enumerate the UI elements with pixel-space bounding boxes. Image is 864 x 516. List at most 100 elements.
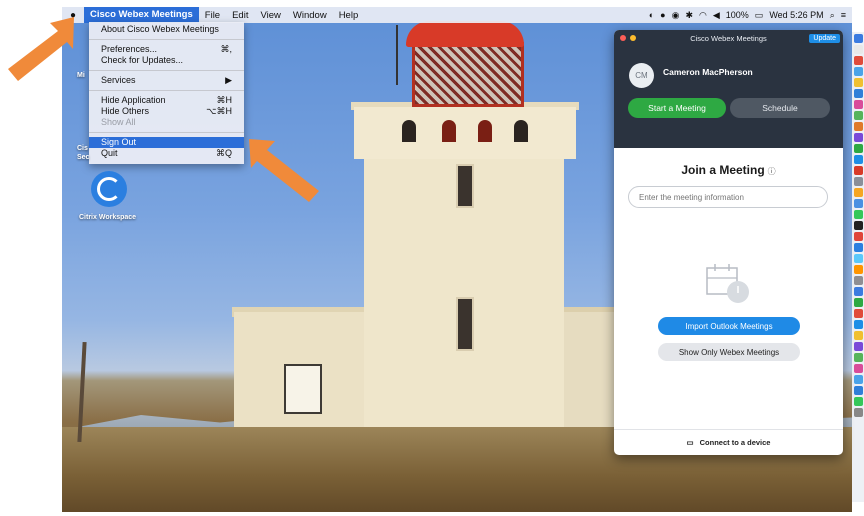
dock-app-icon[interactable] <box>853 265 863 274</box>
dock <box>852 32 864 502</box>
dock-app-icon[interactable] <box>853 188 863 197</box>
desktop-icon-label[interactable]: Cis <box>77 145 88 152</box>
lighthouse-slot <box>514 120 528 142</box>
menu-file[interactable]: File <box>199 10 226 21</box>
citrix-workspace-icon[interactable] <box>91 171 127 207</box>
dock-app-icon[interactable] <box>853 89 863 98</box>
menubar-clock[interactable]: Wed 5:26 PM <box>769 10 823 20</box>
start-meeting-button[interactable]: Start a Meeting <box>628 98 726 118</box>
menu-item-preferences[interactable]: Preferences... ⌘, <box>89 44 244 55</box>
lighthouse-balcony <box>354 107 576 159</box>
dock-app-icon[interactable] <box>853 254 863 263</box>
dock-app-icon[interactable] <box>853 67 863 76</box>
dock-app-icon[interactable] <box>853 287 863 296</box>
screen-cast-icon: ▭ <box>686 438 694 447</box>
menu-item-hide-others-shortcut: ⌥⌘H <box>206 106 232 116</box>
menu-item-check-updates[interactable]: Check for Updates... <box>89 55 244 66</box>
dock-app-icon[interactable] <box>853 320 863 329</box>
menu-item-sign-out[interactable]: Sign Out <box>89 137 244 148</box>
menu-item-about-label: About Cisco Webex Meetings <box>101 24 219 34</box>
lighthouse-window <box>456 164 474 208</box>
meeting-info-input[interactable] <box>628 186 828 208</box>
dock-app-icon[interactable] <box>853 221 863 230</box>
schedule-button[interactable]: Schedule <box>730 98 830 118</box>
annotation-arrow-icon <box>8 17 74 81</box>
join-meeting-heading: Join a Meeting ⓘ <box>614 163 843 177</box>
battery-percent[interactable]: 100% <box>726 10 749 20</box>
dock-app-icon[interactable] <box>853 166 863 175</box>
menu-help[interactable]: Help <box>333 10 365 21</box>
calendar-illustration-icon <box>706 264 749 303</box>
dock-app-icon[interactable] <box>853 177 863 186</box>
dock-app-icon[interactable] <box>853 133 863 142</box>
dock-app-icon[interactable] <box>853 122 863 131</box>
dock-app-icon[interactable] <box>853 364 863 373</box>
wifi-icon[interactable]: ◠ <box>699 10 707 21</box>
menu-item-services-label: Services <box>101 75 136 85</box>
volume-icon[interactable]: ◀ <box>713 10 720 21</box>
menu-window[interactable]: Window <box>287 10 333 21</box>
dock-app-icon[interactable] <box>853 243 863 252</box>
menu-item-services[interactable]: Services ▶ <box>89 75 244 86</box>
dock-app-icon[interactable] <box>853 386 863 395</box>
lighthouse-window <box>456 297 474 351</box>
dock-app-icon[interactable] <box>853 342 863 351</box>
spotlight-search-icon[interactable]: ⌕ <box>830 10 835 21</box>
dock-app-icon[interactable] <box>853 210 863 219</box>
update-button[interactable]: Update <box>809 34 840 43</box>
dock-app-icon[interactable] <box>853 144 863 153</box>
status-area: ◐ ● ◉ ✱ ◠ ◀ 100% ▭ Wed 5:26 PM ⌕ ≡ <box>649 10 852 21</box>
dock-app-icon[interactable] <box>853 232 863 241</box>
dock-app-icon[interactable] <box>853 397 863 406</box>
connect-device-button[interactable]: ▭ Connect to a device <box>614 429 843 455</box>
screenshot-frame: ● Cisco Webex Meetings File Edit View Wi… <box>0 0 864 516</box>
menu-separator <box>89 90 244 91</box>
dock-app-icon[interactable] <box>853 331 863 340</box>
webex-status-icon[interactable]: ◐ <box>649 10 654 20</box>
dock-app-icon[interactable] <box>853 199 863 208</box>
import-outlook-button[interactable]: Import Outlook Meetings <box>658 317 800 335</box>
dock-app-icon[interactable] <box>853 56 863 65</box>
dock-app-icon[interactable] <box>853 34 863 43</box>
menu-item-hide-application-shortcut: ⌘H <box>216 95 233 105</box>
citrix-workspace-label[interactable]: Citrix Workspace <box>79 214 136 221</box>
webex-header: Cisco Webex Meetings Update CM Cameron M… <box>614 30 843 148</box>
menu-item-about[interactable]: About Cisco Webex Meetings <box>89 24 244 35</box>
dock-trash-icon[interactable] <box>853 408 863 417</box>
notification-center-icon[interactable]: ≡ <box>841 10 846 20</box>
dock-app-icon[interactable] <box>853 298 863 307</box>
menu-item-hide-application[interactable]: Hide Application ⌘H <box>89 95 244 106</box>
dock-app-icon[interactable] <box>853 78 863 87</box>
lighthouse-slot <box>478 120 492 142</box>
dock-app-icon[interactable] <box>853 276 863 285</box>
dock-app-icon[interactable] <box>853 111 863 120</box>
dock-app-icon[interactable] <box>853 155 863 164</box>
info-icon[interactable]: ⓘ <box>768 167 776 176</box>
menu-item-hide-others-label: Hide Others <box>101 106 150 116</box>
menu-edit[interactable]: Edit <box>226 10 254 21</box>
desktop-icon-label[interactable]: Sec <box>77 154 89 161</box>
lighthouse-wing-window <box>284 364 322 414</box>
show-only-webex-button[interactable]: Show Only Webex Meetings <box>658 343 800 361</box>
menu-separator <box>89 70 244 71</box>
desktop-icon-label[interactable]: Mi <box>77 72 85 79</box>
dock-app-icon[interactable] <box>853 375 863 384</box>
app-menu-title[interactable]: Cisco Webex Meetings <box>84 7 199 23</box>
menu-item-quit[interactable]: Quit ⌘Q <box>89 148 244 159</box>
app-status-icon[interactable]: ● <box>660 10 665 20</box>
bluetooth-icon[interactable]: ✱ <box>685 10 693 21</box>
dock-app-icon[interactable] <box>853 100 863 109</box>
menu-item-preferences-label: Preferences... <box>101 44 158 54</box>
lighthouse-wing-right <box>562 312 622 427</box>
menu-view[interactable]: View <box>254 10 286 21</box>
battery-icon[interactable]: ▭ <box>755 10 764 21</box>
menu-item-hide-others[interactable]: Hide Others ⌥⌘H <box>89 106 244 117</box>
menu-separator <box>89 39 244 40</box>
dock-app-icon[interactable] <box>853 353 863 362</box>
dock-app-icon[interactable] <box>853 45 863 54</box>
sync-status-icon[interactable]: ◉ <box>672 10 680 21</box>
menu-item-sign-out-label: Sign Out <box>101 137 137 147</box>
avatar[interactable]: CM <box>629 63 654 88</box>
app-dropdown-menu: About Cisco Webex Meetings Preferences..… <box>89 22 244 164</box>
dock-app-icon[interactable] <box>853 309 863 318</box>
